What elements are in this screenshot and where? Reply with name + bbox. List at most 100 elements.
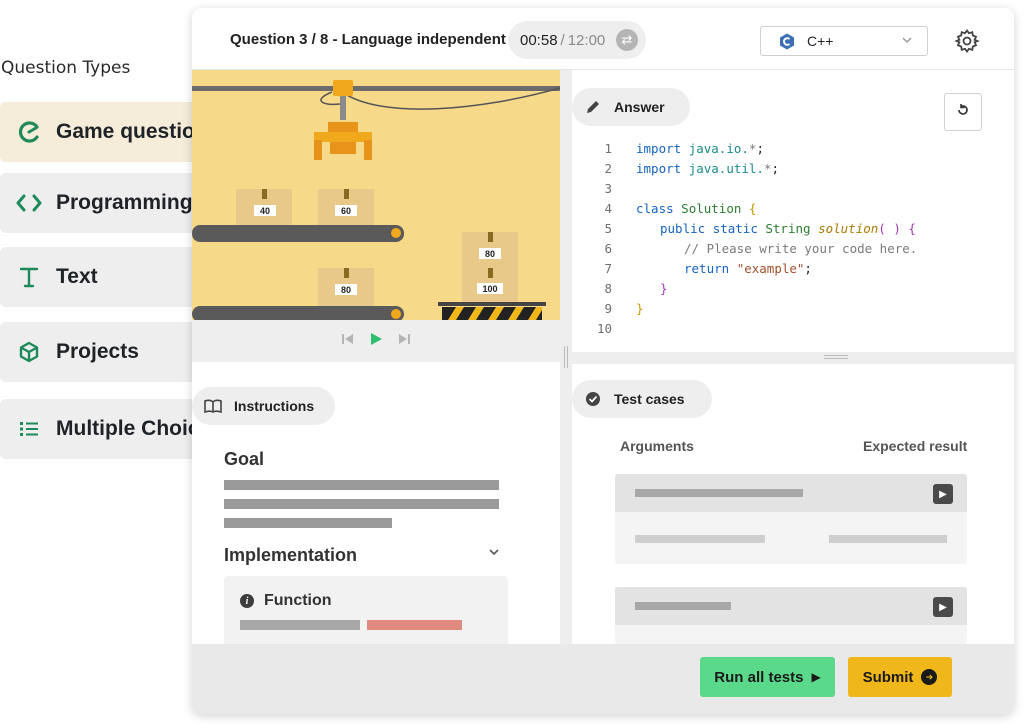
arrow-right-circle-icon: ➜: [921, 669, 938, 685]
text-t-icon: [16, 264, 42, 290]
language-select[interactable]: C++: [760, 26, 928, 56]
play-test-icon[interactable]: ▶: [933, 597, 953, 617]
coding-test-window: Question 3 / 8 - Language independent 00…: [192, 8, 1014, 714]
question-type-projects[interactable]: Projects: [0, 322, 200, 382]
timer-current: 00:58: [520, 31, 558, 49]
top-bar: Question 3 / 8 - Language independent 00…: [192, 8, 1014, 70]
line-number: 10: [596, 321, 612, 336]
box-80-stack: 80: [462, 232, 518, 268]
skip-back-icon[interactable]: [341, 332, 355, 350]
box-80-left: 80: [318, 268, 374, 306]
test-cases-label: Test cases: [614, 391, 685, 407]
box-label: 80: [485, 249, 495, 259]
placeholder-line: [240, 620, 360, 630]
box-label: 80: [341, 285, 351, 295]
code-brackets-icon: [16, 190, 42, 216]
code-line-8: }: [660, 281, 668, 296]
placeholder-line: [635, 489, 803, 497]
line-number: 1: [604, 141, 612, 156]
submit-button[interactable]: Submit ➜: [848, 657, 952, 697]
test-case-header: ▶: [615, 474, 967, 512]
cube-icon: [16, 339, 42, 365]
code-line-5: public static String solution( ) {: [660, 221, 916, 236]
question-label: Question 3 / 8 - Language independent: [230, 31, 506, 48]
language-label: C++: [807, 33, 834, 49]
cpp-logo-icon: [779, 33, 795, 50]
placeholder-line: [224, 499, 499, 509]
goal-heading: Goal: [224, 449, 265, 469]
line-number: 8: [604, 281, 612, 296]
function-title: i Function: [240, 592, 332, 610]
code-line-6: // Please write your code here.: [684, 241, 918, 256]
line-number: 7: [604, 261, 612, 276]
play-test-icon[interactable]: ▶: [933, 484, 953, 504]
line-number: 6: [604, 241, 612, 256]
arguments-header: Arguments: [620, 438, 694, 454]
box-label: 60: [341, 206, 351, 216]
answer-tab[interactable]: Answer: [572, 88, 690, 126]
code-line-2: import java.util.*;: [636, 161, 780, 176]
test-case-card[interactable]: ▶: [615, 587, 967, 644]
code-line-9: }: [636, 301, 644, 316]
horizontal-splitter[interactable]: [572, 352, 1014, 364]
line-number: 4: [604, 201, 612, 216]
vertical-splitter[interactable]: [560, 70, 572, 644]
function-box: [224, 576, 508, 654]
reset-icon: [956, 103, 970, 122]
box-40: 40: [236, 189, 292, 225]
timer-total: 12:00: [567, 31, 606, 49]
swap-icon[interactable]: ⇄: [616, 29, 638, 51]
instructions-label: Instructions: [234, 398, 315, 414]
test-cases-tab[interactable]: Test cases: [572, 380, 712, 418]
chevron-down-icon: [901, 33, 913, 49]
question-type-text[interactable]: Text: [0, 247, 200, 307]
test-case-header: ▶: [615, 587, 967, 625]
line-number: 5: [604, 221, 612, 236]
info-icon: i: [240, 594, 254, 608]
run-all-tests-button[interactable]: Run all tests ▶: [700, 657, 835, 697]
expected-result-header: Expected result: [863, 438, 968, 454]
list-icon: [16, 416, 42, 442]
test-case-card[interactable]: ▶: [615, 474, 967, 564]
question-types-title: Question Types: [1, 58, 131, 78]
question-type-programming[interactable]: Programming: [0, 173, 200, 233]
function-label: Function: [264, 592, 332, 609]
implementation-heading[interactable]: Implementation: [224, 545, 357, 566]
playback-controls: [192, 320, 560, 362]
answer-label: Answer: [614, 99, 665, 115]
placeholder-line-highlight: [367, 620, 462, 630]
gear-icon[interactable]: [954, 28, 980, 54]
code-line-7: return "example";: [684, 261, 812, 276]
question-type-label: Projects: [56, 340, 139, 363]
timer-separator: /: [560, 31, 565, 49]
code-line-4: class Solution {: [636, 201, 757, 216]
run-all-label: Run all tests: [714, 668, 804, 686]
skip-forward-icon[interactable]: [397, 332, 411, 350]
line-number: 9: [604, 301, 612, 316]
book-icon: [204, 397, 222, 415]
play-icon: ▶: [811, 670, 821, 684]
question-type-multiple-choice[interactable]: Multiple Choic: [0, 399, 200, 459]
code-line-1: import java.io.*;: [636, 141, 764, 156]
instructions-tab[interactable]: Instructions: [192, 387, 335, 425]
pencil-icon: [584, 98, 602, 116]
line-number: 2: [604, 161, 612, 176]
question-type-label: Text: [56, 265, 98, 288]
check-circle-icon: [584, 390, 602, 408]
box-60: 60: [318, 189, 374, 225]
timer: 00:58 / 12:00 ⇄: [508, 21, 646, 59]
question-type-label: Programming: [56, 191, 193, 214]
box-100: 100: [462, 268, 518, 302]
line-number: 3: [604, 181, 612, 196]
reset-code-button[interactable]: [944, 93, 982, 131]
box-label: 100: [482, 284, 497, 294]
placeholder-line: [224, 480, 499, 490]
placeholder-line: [635, 535, 765, 543]
question-type-label: Multiple Choic: [56, 417, 200, 440]
pacman-icon: [16, 119, 42, 145]
chevron-down-icon[interactable]: [488, 545, 500, 561]
placeholder-line: [635, 602, 731, 610]
placeholder-line: [224, 518, 392, 528]
play-icon[interactable]: [369, 332, 383, 351]
submit-label: Submit: [862, 668, 914, 686]
